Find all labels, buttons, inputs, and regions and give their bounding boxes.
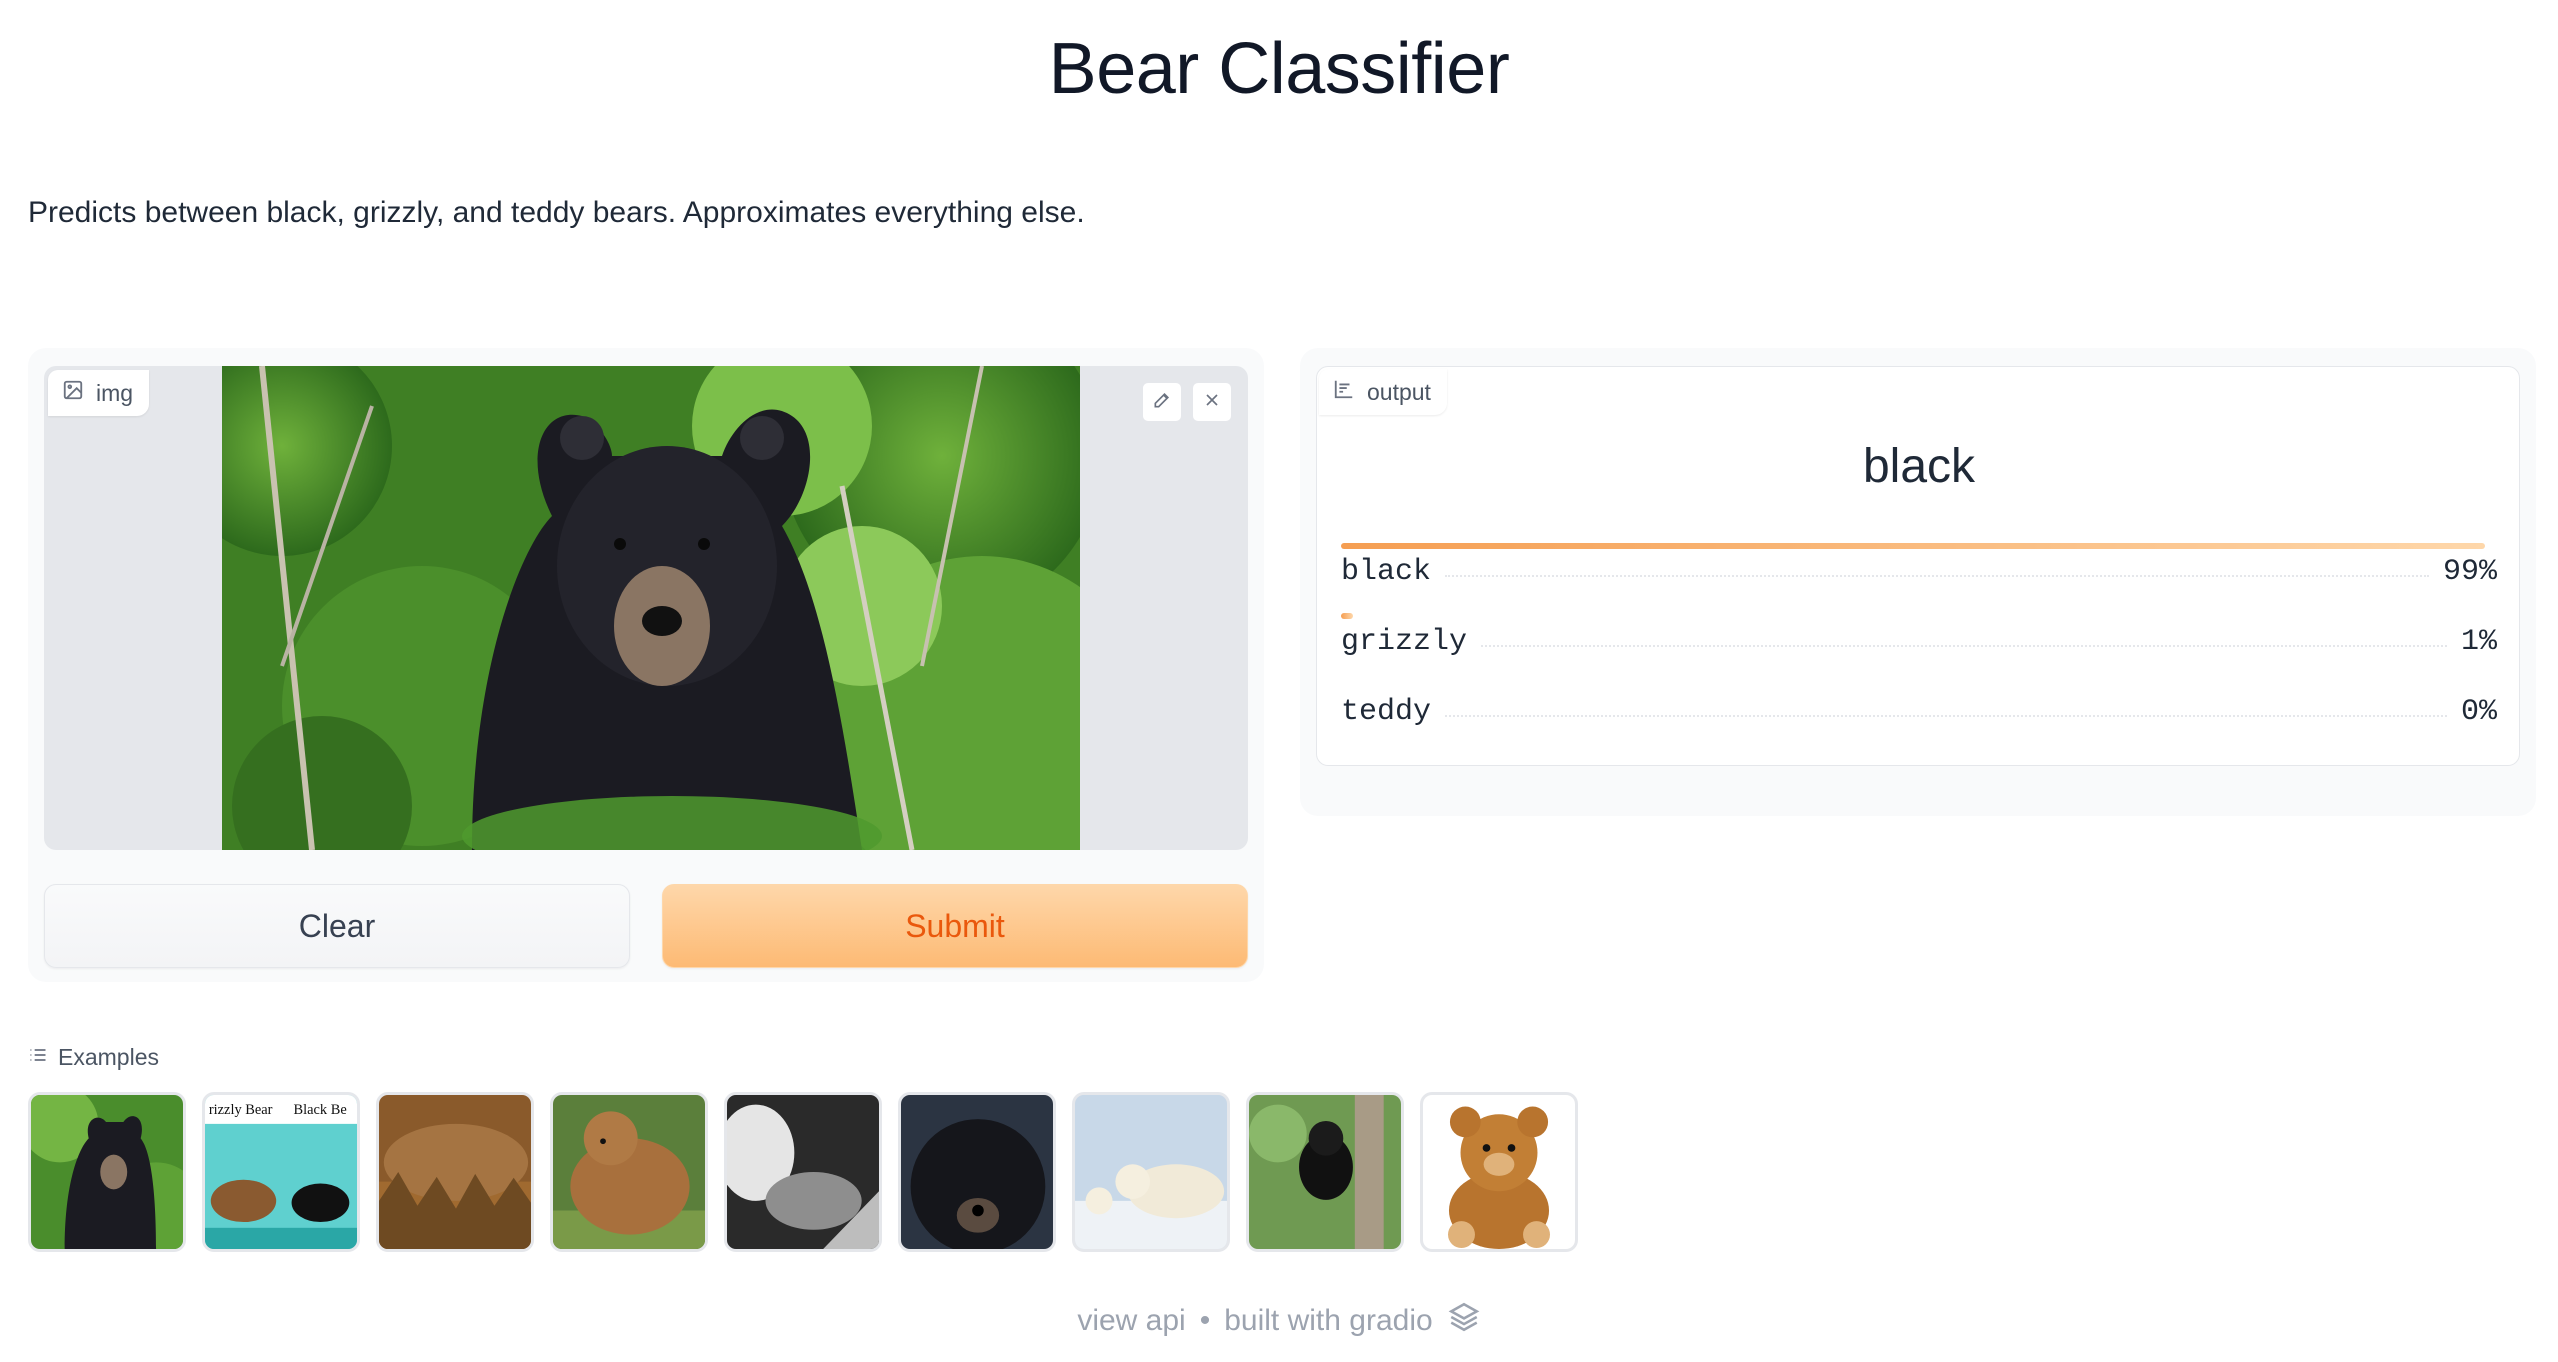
example-black-bear-closeup[interactable] <box>898 1092 1056 1252</box>
clear-button[interactable]: Clear <box>44 884 630 968</box>
examples-header: Examples <box>28 1044 159 1071</box>
bar-chart-icon <box>1333 378 1355 406</box>
gradio-logo-icon <box>1447 1300 1481 1342</box>
image-toolbar <box>1142 382 1232 422</box>
confidence-bar <box>1341 613 1353 619</box>
predicted-class: black <box>1862 440 1976 493</box>
confidence-row[interactable]: teddy 0% <box>1341 683 2497 753</box>
svg-text:Black Be: Black Be <box>294 1102 347 1118</box>
submit-button[interactable]: Submit <box>662 884 1248 968</box>
confidence-row[interactable]: grizzly 1% <box>1341 613 2497 683</box>
examples-label: Examples <box>58 1044 159 1070</box>
edit-image-button[interactable] <box>1142 382 1182 422</box>
confidence-list: black 99% grizzly 1% teddy 0% <box>1341 543 2497 753</box>
output-label: output <box>1367 378 1431 405</box>
pencil-icon <box>1152 390 1172 415</box>
example-trailcam-bear[interactable] <box>724 1092 882 1252</box>
image-icon <box>62 379 84 407</box>
dotted-leader <box>1445 575 2429 577</box>
output-label-badge: output <box>1319 369 1447 415</box>
list-icon <box>28 1044 48 1071</box>
examples-gallery: rizzly Bear Black Be <box>28 1092 1578 1252</box>
confidence-percent: 1% <box>2460 625 2497 659</box>
footer: view api • built with gradio <box>0 1300 2558 1342</box>
page-description: Predicts between black, grizzly, and ted… <box>28 196 1085 229</box>
built-with-gradio-link[interactable]: built with gradio <box>1224 1304 1432 1338</box>
confidence-bar <box>1341 543 2486 549</box>
example-teddy-bear[interactable] <box>1420 1092 1578 1252</box>
output-panel: output black black 99% grizzly 1% teddy … <box>1300 348 2536 816</box>
uploaded-bear-image <box>222 366 1080 850</box>
svg-text:rizzly Bear: rizzly Bear <box>209 1102 273 1118</box>
confidence-percent: 0% <box>2460 695 2497 729</box>
example-grizzly-vs-black-infographic[interactable]: rizzly Bear Black Be <box>202 1092 360 1252</box>
example-grizzly-sitting[interactable] <box>550 1092 708 1252</box>
dotted-leader <box>1481 645 2447 647</box>
confidence-percent: 99% <box>2442 555 2497 589</box>
confidence-label: black <box>1341 555 1432 589</box>
example-grizzly-in-grass[interactable] <box>376 1092 534 1252</box>
confidence-label: grizzly <box>1341 625 1468 659</box>
image-upload[interactable]: img <box>44 366 1248 850</box>
example-black-bear-forest[interactable] <box>28 1092 186 1252</box>
label-output: output black black 99% grizzly 1% teddy … <box>1316 366 2520 766</box>
page-title: Bear Classifier <box>1048 29 1510 109</box>
confidence-label: teddy <box>1341 695 1432 729</box>
footer-separator: • <box>1199 1304 1211 1337</box>
image-label: img <box>96 379 134 406</box>
example-polar-bears[interactable] <box>1072 1092 1230 1252</box>
remove-image-button[interactable] <box>1192 382 1232 422</box>
dotted-leader <box>1445 715 2447 717</box>
confidence-row[interactable]: black 99% <box>1341 543 2497 613</box>
example-black-bear-in-tree[interactable] <box>1246 1092 1404 1252</box>
view-api-link[interactable]: view api <box>1077 1304 1185 1338</box>
input-panel: img Clear Submit <box>28 348 1264 982</box>
image-label-badge: img <box>48 370 150 416</box>
close-icon <box>1202 390 1222 415</box>
